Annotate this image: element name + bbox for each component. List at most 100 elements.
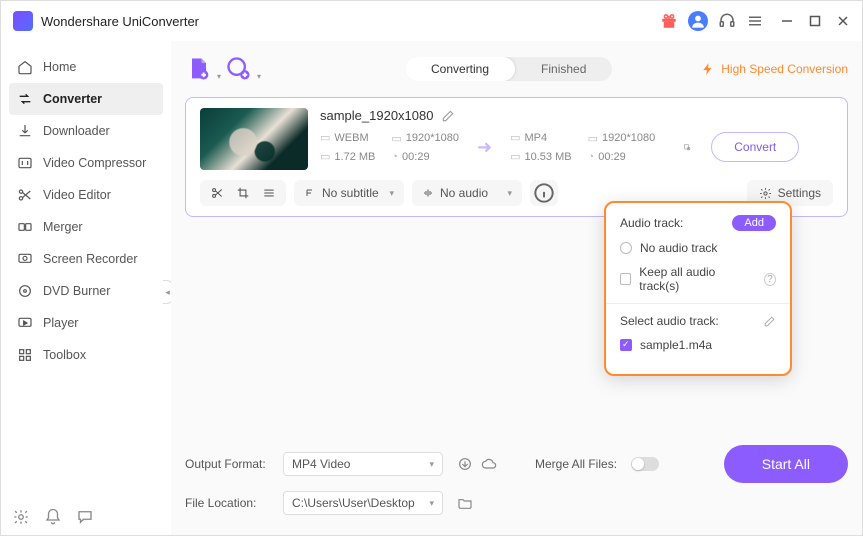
headset-icon[interactable] [718, 12, 736, 30]
output-settings-icon[interactable] [679, 138, 697, 156]
rename-icon[interactable] [441, 109, 455, 123]
sidebar-item-editor[interactable]: Video Editor [1, 179, 171, 211]
keep-all-label: Keep all audio track(s) [639, 265, 750, 293]
add-audio-button[interactable]: Add [732, 215, 776, 231]
hsc-label: High Speed Conversion [721, 62, 848, 76]
subtitle-dropdown[interactable]: No subtitle ▾ [294, 180, 404, 206]
tab-finished[interactable]: Finished [515, 57, 612, 81]
sidebar: Home Converter Downloader Video Compress… [1, 41, 171, 535]
file-location-select[interactable]: C:\Users\User\Desktop ▾ [283, 491, 443, 515]
dst-dur: 00:29 [598, 151, 626, 163]
sidebar-label: Video Compressor [43, 156, 146, 170]
sidebar-label: Home [43, 60, 76, 74]
dst-format: MP4 [525, 132, 548, 144]
sidebar-label: Toolbox [43, 348, 86, 362]
output-format-label: Output Format: [185, 457, 275, 471]
sidebar-item-dvd[interactable]: DVD Burner [1, 275, 171, 307]
sidebar-label: Screen Recorder [43, 252, 138, 266]
maximize-button[interactable] [808, 14, 822, 28]
converter-icon [17, 91, 33, 107]
add-url-button[interactable]: ▾ [225, 55, 253, 83]
cloud-save-icon[interactable] [481, 456, 497, 472]
app-logo [13, 11, 33, 31]
user-avatar[interactable] [688, 11, 708, 31]
file-location-value: C:\Users\User\Desktop [292, 496, 415, 510]
gift-icon[interactable] [660, 12, 678, 30]
hamburger-icon[interactable] [746, 12, 764, 30]
sidebar-item-merger[interactable]: Merger [1, 211, 171, 243]
sidebar-item-toolbox[interactable]: Toolbox [1, 339, 171, 371]
divider [606, 303, 790, 304]
close-button[interactable] [836, 14, 850, 28]
bolt-icon [701, 62, 715, 76]
toolbar: ▾ ▾ Converting Finished High Speed Conve… [185, 47, 848, 91]
sidebar-label: Converter [43, 92, 102, 106]
arrow-icon: ➜ [465, 137, 504, 158]
sidebar-item-converter[interactable]: Converter [9, 83, 163, 115]
src-format: WEBM [334, 132, 368, 144]
minimize-button[interactable] [780, 14, 794, 28]
home-icon [17, 59, 33, 75]
local-save-icon[interactable] [457, 456, 473, 472]
file-location-label: File Location: [185, 496, 275, 510]
popover-title: Audio track: [620, 216, 683, 230]
thumbnail[interactable] [200, 108, 308, 170]
src-size: 1.72 MB [334, 151, 375, 163]
edit-list-icon[interactable] [763, 315, 776, 328]
keep-all-option[interactable]: Keep all audio track(s) ? [620, 265, 776, 293]
effects-icon[interactable] [262, 186, 276, 200]
disc-icon [17, 283, 33, 299]
merge-icon [17, 219, 33, 235]
src-dur: 00:29 [402, 151, 430, 163]
compress-icon [17, 155, 33, 171]
tabs: Converting Finished [405, 57, 612, 81]
checkbox-checked-icon [620, 339, 632, 351]
footer-settings-icon[interactable] [12, 508, 30, 526]
no-audio-label: No audio track [640, 241, 717, 255]
add-file-button[interactable]: ▾ [185, 55, 213, 83]
sidebar-item-downloader[interactable]: Downloader [1, 115, 171, 147]
merge-toggle[interactable] [631, 457, 659, 471]
dst-res: 1920*1080 [602, 132, 655, 144]
open-folder-icon[interactable] [457, 495, 473, 511]
bottom-bar: Output Format: MP4 Video ▾ Merge All Fil… [185, 435, 848, 535]
output-format-select[interactable]: MP4 Video ▾ [283, 452, 443, 476]
info-button[interactable] [530, 180, 558, 206]
sidebar-label: Video Editor [43, 188, 111, 202]
sidebar-label: Downloader [43, 124, 110, 138]
footer-bell-icon[interactable] [44, 508, 62, 526]
dst-size: 10.53 MB [525, 151, 572, 163]
sidebar-item-compressor[interactable]: Video Compressor [1, 147, 171, 179]
checkbox-icon [620, 273, 631, 285]
recorder-icon [17, 251, 33, 267]
sidebar-label: DVD Burner [43, 284, 110, 298]
play-icon [17, 315, 33, 331]
sidebar-item-home[interactable]: Home [1, 51, 171, 83]
tab-converting[interactable]: Converting [405, 57, 515, 81]
high-speed-toggle[interactable]: High Speed Conversion [701, 62, 848, 76]
convert-button[interactable]: Convert [711, 132, 799, 162]
audio-value: No audio [440, 186, 488, 200]
select-title: Select audio track: [620, 314, 719, 328]
audio-popover: Audio track: Add No audio track Keep all… [604, 201, 792, 376]
sidebar-item-recorder[interactable]: Screen Recorder [1, 243, 171, 275]
track-sample1[interactable]: sample1.m4a [620, 338, 776, 352]
crop-icon[interactable] [236, 186, 250, 200]
footer-feedback-icon[interactable] [76, 508, 94, 526]
trim-icon[interactable] [210, 186, 224, 200]
sidebar-item-player[interactable]: Player [1, 307, 171, 339]
audio-dropdown[interactable]: No audio ▾ [412, 180, 522, 206]
grid-icon [17, 347, 33, 363]
titlebar: Wondershare UniConverter [1, 1, 862, 41]
subtitle-icon [304, 187, 316, 199]
help-icon[interactable]: ? [764, 273, 776, 286]
no-audio-option[interactable]: No audio track [620, 241, 776, 255]
merge-label: Merge All Files: [535, 457, 617, 471]
edit-tools [200, 180, 286, 206]
sidebar-label: Merger [43, 220, 83, 234]
scissors-icon [17, 187, 33, 203]
file-card: sample_1920x1080 ▭WEBM ▭1.72 MB ▭1920*10… [185, 97, 848, 217]
track1-label: sample1.m4a [640, 338, 712, 352]
radio-icon [620, 242, 632, 254]
start-all-button[interactable]: Start All [724, 445, 848, 483]
